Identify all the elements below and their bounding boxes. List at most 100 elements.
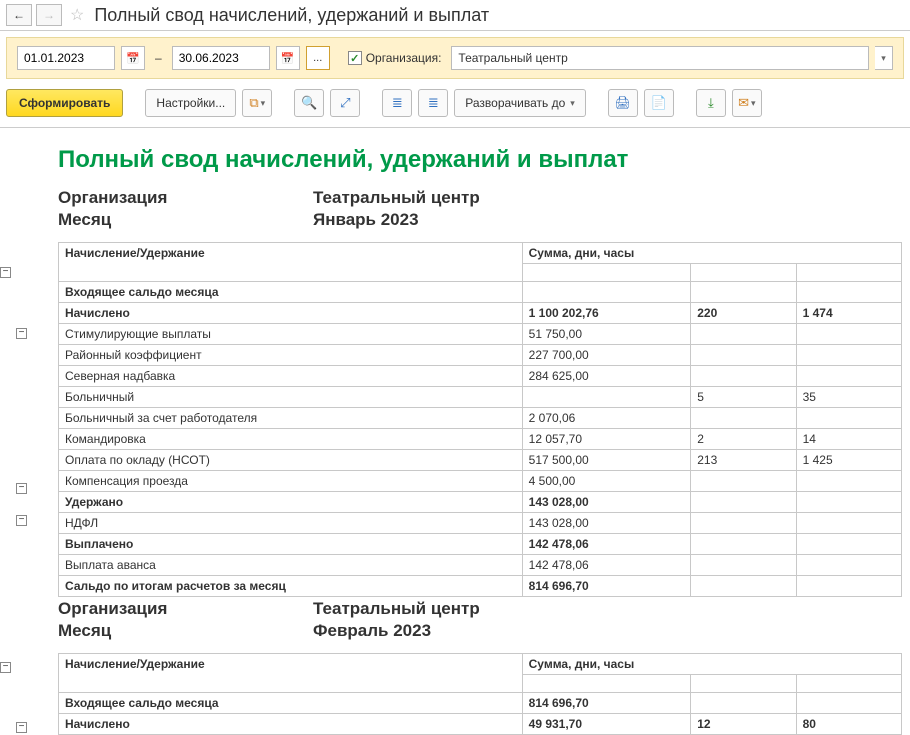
expand-to-button[interactable]: Разворачивать до ▾ <box>454 89 586 117</box>
date-from-calendar-button[interactable]: 📅 <box>121 46 145 70</box>
cell-name: Больничный за счет работодателя <box>59 408 523 429</box>
nav-back-button[interactable]: ← <box>6 4 32 26</box>
cell-name: Оплата по окладу (НСОТ) <box>59 450 523 471</box>
cell-sum: 143 028,00 <box>522 492 691 513</box>
table-row[interactable]: Выплачено142 478,06 <box>59 534 902 555</box>
arrow-right-icon: → <box>43 8 55 22</box>
collapse-toggle[interactable]: − <box>16 722 27 733</box>
cell-sum: 142 478,06 <box>522 555 691 576</box>
find-button[interactable]: 🔍 <box>294 89 324 117</box>
expand-icon: ⤢ <box>340 95 350 111</box>
col-sum-header: Сумма, дни, часы <box>522 243 901 264</box>
chevron-down-icon: ▾ <box>881 53 886 64</box>
collapse-toggle[interactable]: − <box>16 328 27 339</box>
email-button[interactable]: ✉ ▾ <box>732 89 762 117</box>
table-row[interactable]: Входящее сальдо месяца814 696,70 <box>59 693 902 714</box>
collapse-toggle[interactable]: − <box>0 662 11 673</box>
copy-icon: ⧉ <box>249 95 258 111</box>
org-value: Театральный центр <box>458 51 567 65</box>
section-info: ОрганизацияТеатральный центрМесяцЯнварь … <box>58 188 902 230</box>
levels-button-1[interactable]: ≣ <box>382 89 412 117</box>
cell-hours <box>796 471 901 492</box>
collapse-toggle[interactable]: − <box>16 515 27 526</box>
section-info: ОрганизацияТеатральный центрМесяцФевраль… <box>58 599 902 641</box>
col-name-header: Начисление/Удержание <box>59 654 523 693</box>
calendar-icon: 📅 <box>126 52 140 65</box>
levels-button-2[interactable]: ≣ <box>418 89 448 117</box>
table-row[interactable]: Стимулирующие выплаты51 750,00 <box>59 324 902 345</box>
settings-button[interactable]: Настройки... <box>145 89 236 117</box>
table-row[interactable]: Компенсация проезда4 500,00 <box>59 471 902 492</box>
cell-name: Командировка <box>59 429 523 450</box>
table-row[interactable]: Северная надбавка284 625,00 <box>59 366 902 387</box>
collapse-toggle[interactable]: − <box>16 483 27 494</box>
cell-days: 12 <box>691 714 796 735</box>
cell-sum: 1 100 202,76 <box>522 303 691 324</box>
date-to-input[interactable] <box>172 46 270 70</box>
table-row[interactable]: НДФЛ143 028,00 <box>59 513 902 534</box>
org-select-field[interactable]: Театральный центр <box>451 46 869 70</box>
toolbar: Сформировать Настройки... ⧉ ▾ 🔍 ⤢ ≣ ≣ Ра… <box>0 85 910 128</box>
org-dropdown-button[interactable]: ▾ <box>875 46 893 70</box>
save-button[interactable]: ⤓ <box>696 89 726 117</box>
generate-button[interactable]: Сформировать <box>6 89 123 117</box>
cell-name: Начислено <box>59 714 523 735</box>
printer-icon: 🖨 <box>615 95 632 111</box>
cell-sum: 284 625,00 <box>522 366 691 387</box>
cell-name: Начислено <box>59 303 523 324</box>
org-checkbox[interactable]: ✓ <box>348 51 362 65</box>
cell-name: Сальдо по итогам расчетов за месяц <box>59 576 523 597</box>
preview-button[interactable]: 📄 <box>644 89 674 117</box>
table-row[interactable]: Сальдо по итогам расчетов за месяц814 69… <box>59 576 902 597</box>
org-label: Организация: <box>366 51 442 65</box>
cell-days <box>691 282 796 303</box>
period-select-button[interactable]: ... <box>306 46 330 70</box>
cell-days: 220 <box>691 303 796 324</box>
table-row[interactable]: Начислено49 931,701280 <box>59 714 902 735</box>
cell-sum <box>522 387 691 408</box>
table-row[interactable]: Удержано143 028,00 <box>59 492 902 513</box>
cell-name: Северная надбавка <box>59 366 523 387</box>
cell-sum: 51 750,00 <box>522 324 691 345</box>
date-to-calendar-button[interactable]: 📅 <box>276 46 300 70</box>
filter-panel: 📅 – 📅 ... ✓ Организация: Театральный цен… <box>6 37 904 79</box>
date-from-input[interactable] <box>17 46 115 70</box>
cell-sum: 12 057,70 <box>522 429 691 450</box>
col-name-header: Начисление/Удержание <box>59 243 523 282</box>
cell-hours <box>796 576 901 597</box>
table-row[interactable]: Районный коэффициент227 700,00 <box>59 345 902 366</box>
cell-days: 2 <box>691 429 796 450</box>
print-button[interactable]: 🖨 <box>608 89 638 117</box>
cell-name: Входящее сальдо месяца <box>59 693 523 714</box>
org-heading-value: Театральный центр <box>313 599 480 619</box>
table-row[interactable]: Входящее сальдо месяца <box>59 282 902 303</box>
cell-days <box>691 555 796 576</box>
cell-hours <box>796 693 901 714</box>
cell-days <box>691 471 796 492</box>
cell-hours: 1 474 <box>796 303 901 324</box>
cell-sum: 227 700,00 <box>522 345 691 366</box>
cell-name: Больничный <box>59 387 523 408</box>
table-row[interactable]: Оплата по окладу (НСОТ)517 500,002131 42… <box>59 450 902 471</box>
table-row[interactable]: Начислено1 100 202,762201 474 <box>59 303 902 324</box>
report-body: Полный свод начислений, удержаний и выпл… <box>58 132 910 735</box>
cell-hours: 14 <box>796 429 901 450</box>
cell-hours <box>796 513 901 534</box>
table-row[interactable]: Больничный за счет работодателя2 070,06 <box>59 408 902 429</box>
variants-button[interactable]: ⧉ ▾ <box>242 89 272 117</box>
table-row[interactable]: Больничный535 <box>59 387 902 408</box>
table-row[interactable]: Командировка12 057,70214 <box>59 429 902 450</box>
cell-days <box>691 513 796 534</box>
cell-name: Стимулирующие выплаты <box>59 324 523 345</box>
cell-sum: 814 696,70 <box>522 693 691 714</box>
star-icon[interactable]: ☆ <box>70 5 84 25</box>
collapse-toggle[interactable]: − <box>0 267 11 278</box>
cell-sum: 143 028,00 <box>522 513 691 534</box>
nav-forward-button[interactable]: → <box>36 4 62 26</box>
page-icon: 📄 <box>651 95 667 111</box>
expand-all-button[interactable]: ⤢ <box>330 89 360 117</box>
cell-name: Выплачено <box>59 534 523 555</box>
table-header-row: Начисление/УдержаниеСумма, дни, часы <box>59 654 902 675</box>
table-row[interactable]: Выплата аванса142 478,06 <box>59 555 902 576</box>
cell-name: Районный коэффициент <box>59 345 523 366</box>
